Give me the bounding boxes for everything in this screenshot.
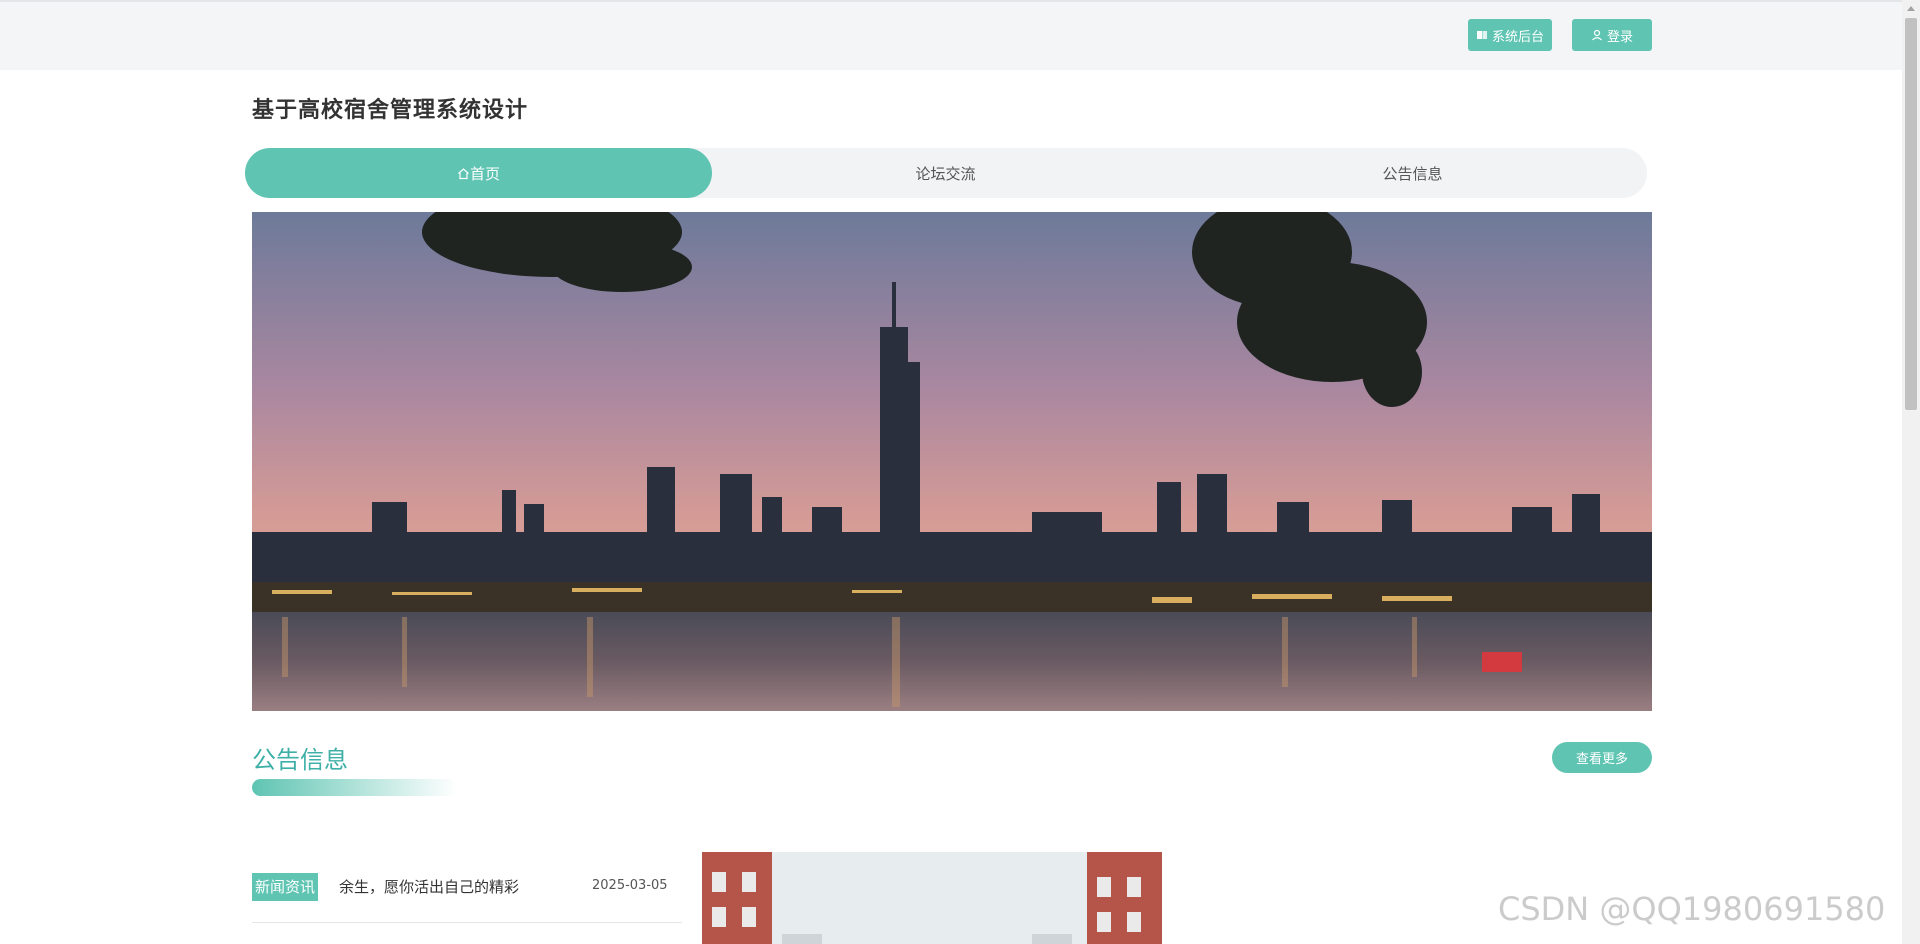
building-photo bbox=[702, 852, 1162, 944]
section-title-underline bbox=[252, 779, 457, 796]
news-category-tag: 新闻资讯 bbox=[252, 873, 319, 901]
login-button[interactable]: 登录 bbox=[1572, 19, 1652, 51]
nav-item-home-label: 首页 bbox=[469, 164, 500, 183]
nav-item-forum-label: 论坛交流 bbox=[915, 164, 976, 183]
admin-backend-button[interactable]: 系统后台 bbox=[1468, 19, 1552, 51]
view-more-button[interactable]: 查看更多 bbox=[1552, 742, 1652, 773]
banner-carousel-image[interactable] bbox=[252, 212, 1652, 711]
nav-item-home[interactable]: 首页 bbox=[245, 148, 712, 198]
watermark-text: CSDN @QQ1980691580 bbox=[1498, 890, 1886, 928]
nav-item-notice-label: 公告信息 bbox=[1382, 164, 1443, 183]
nav-item-forum[interactable]: 论坛交流 bbox=[712, 148, 1179, 198]
user-icon bbox=[1592, 29, 1602, 41]
scroll-up-icon[interactable] bbox=[1902, 0, 1920, 16]
top-bar: 系统后台 登录 bbox=[0, 0, 1902, 70]
nav-item-notice[interactable]: 公告信息 bbox=[1179, 148, 1646, 198]
scrollbar-thumb[interactable] bbox=[1905, 18, 1917, 410]
page-scrollbar[interactable] bbox=[1902, 0, 1920, 944]
admin-backend-label: 系统后台 bbox=[1491, 29, 1544, 45]
section-title: 公告信息 bbox=[252, 746, 348, 774]
book-icon bbox=[1476, 31, 1487, 39]
news-feature-image[interactable] bbox=[702, 852, 1162, 944]
news-title: 余生，愿你活出自己的精彩 bbox=[339, 878, 520, 896]
home-icon bbox=[458, 167, 469, 179]
site-title: 基于高校宿舍管理系统设计 bbox=[252, 98, 529, 123]
main-nav: 首页 论坛交流 公告信息 bbox=[245, 148, 1647, 198]
news-list-item[interactable]: 新闻资讯 余生，愿你活出自己的精彩 2025-03-05 bbox=[252, 872, 682, 923]
login-label: 登录 bbox=[1606, 29, 1633, 45]
news-date: 2025-03-05 bbox=[592, 878, 668, 893]
city-skyline-photo bbox=[252, 212, 1652, 711]
